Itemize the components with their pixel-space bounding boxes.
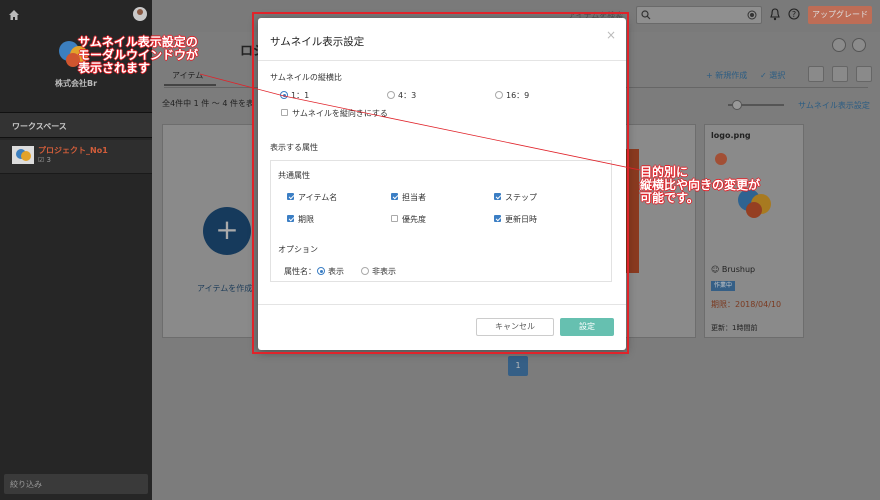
project-name: プロジェクト_No1 <box>38 146 108 155</box>
svg-text:?: ? <box>792 10 796 19</box>
company-name: 株式会社Br <box>54 79 98 88</box>
annotation-modal-note: サムネイル表示設定の モーダルウインドウが 表示されます <box>78 35 199 75</box>
item-count-text: 全4件中 1 件 ～ 4 件を表 <box>162 99 254 108</box>
sidebar-item-project[interactable]: プロジェクト_No1 ☑ 3 <box>0 140 152 174</box>
bell-icon[interactable] <box>769 8 781 21</box>
member-icon[interactable] <box>832 38 846 52</box>
chevron-right-icon[interactable] <box>852 38 866 52</box>
app-root: 株式会社Br ワークスペース プロジェクト_No1 ☑ 3 絞り込み アイテムを… <box>0 0 880 500</box>
project-thumbnail-icon <box>12 146 34 164</box>
thumbnail-setting-link[interactable]: サムネイル表示設定 <box>798 100 870 111</box>
item-owner: ☺ Brushup <box>711 265 756 274</box>
list-view-icon[interactable] <box>832 66 848 82</box>
sidebar: 株式会社Br ワークスペース プロジェクト_No1 ☑ 3 絞り込み <box>0 0 152 500</box>
item-card-logo[interactable]: logo.png ☺ Brushup 作業中 期限：2018/04/10 更新：… <box>704 124 804 338</box>
home-icon[interactable] <box>8 9 20 21</box>
slider-handle[interactable] <box>732 100 742 110</box>
search-icon <box>641 10 651 20</box>
help-icon[interactable]: ? <box>788 8 800 20</box>
select-button[interactable]: ✓ 選択 <box>760 70 785 81</box>
add-icon: + <box>203 207 251 255</box>
item-name: logo.png <box>711 131 751 140</box>
highlight-frame <box>252 12 629 354</box>
table-view-icon[interactable] <box>856 66 872 82</box>
search-input[interactable] <box>636 6 762 24</box>
sidebar-top <box>0 0 152 32</box>
new-item-button[interactable]: + 新規作成 <box>706 70 747 81</box>
updated-time: 更新：1時間前 <box>711 324 758 332</box>
due-date: 期限：2018/04/10 <box>711 300 782 309</box>
grid-view-icon[interactable] <box>808 66 824 82</box>
filter-input[interactable]: 絞り込み <box>4 474 148 494</box>
clear-icon[interactable] <box>747 10 757 20</box>
upgrade-button[interactable]: アップグレード <box>808 6 872 24</box>
page-button[interactable]: 1 <box>508 356 528 376</box>
status-badge: 作業中 <box>711 281 735 291</box>
user-avatar[interactable] <box>133 7 147 21</box>
pin-icon <box>715 153 727 165</box>
annotation-ratio-note: 目的別に 縦横比や向きの変更が 可能です。 <box>640 165 761 205</box>
add-item-card[interactable]: + アイテムを作成 <box>162 124 254 338</box>
project-item-count: ☑ 3 <box>38 156 51 164</box>
add-item-label: アイテムを作成 <box>197 284 253 293</box>
workspace-header: ワークスペース <box>0 112 152 138</box>
